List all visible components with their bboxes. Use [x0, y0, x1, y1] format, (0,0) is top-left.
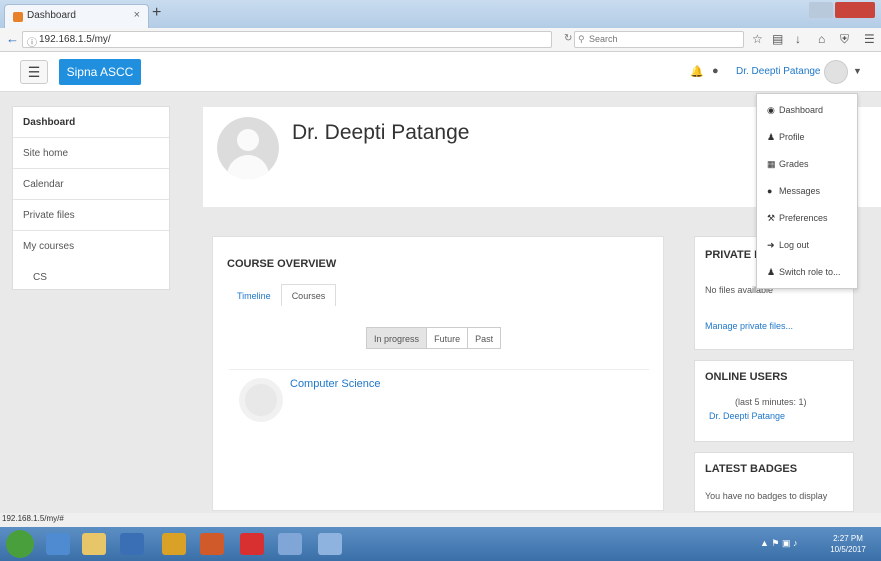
chrome-icon[interactable]: [162, 533, 186, 555]
filter-past-button[interactable]: Past: [467, 327, 502, 349]
menu-item-log-out[interactable]: ➜ Log out: [767, 237, 809, 253]
manage-private-files-link[interactable]: Manage private files...: [705, 321, 793, 331]
user-avatar[interactable]: [824, 60, 848, 84]
course-overview-title: COURSE OVERVIEW: [227, 258, 337, 270]
tab-close-button[interactable]: ×: [134, 9, 140, 21]
shield-icon[interactable]: ⛨: [840, 32, 849, 47]
bookmark-star-icon[interactable]: ☆: [752, 32, 763, 46]
nav-item-site-home[interactable]: Site home: [13, 138, 169, 169]
clock-time: 2:27 PM: [833, 534, 863, 543]
grades-table-icon: ▦: [767, 159, 776, 169]
tab-courses[interactable]: Courses: [280, 284, 337, 306]
browser-tab[interactable]: Dashboard ×: [4, 4, 149, 28]
nav-item-calendar[interactable]: Calendar: [13, 169, 169, 200]
online-users-subtitle: (last 5 minutes: 1): [735, 397, 807, 407]
nav-item-private-files[interactable]: Private files: [13, 200, 169, 231]
windows-taskbar: ▲ ⚑ ▣ ♪ 2:27 PM 10/5/2017: [0, 527, 881, 561]
reload-icon[interactable]: ↻: [564, 33, 572, 44]
search-box[interactable]: ⚲: [574, 31, 744, 48]
back-arrow-icon[interactable]: ←: [6, 31, 19, 46]
browser-status-bar: 192.168.1.5/my/#: [0, 513, 881, 527]
moodle-favicon-icon: [13, 12, 23, 22]
wrench-icon: ⚒: [767, 213, 776, 223]
profile-avatar: [217, 117, 279, 179]
taskbar-clock[interactable]: 2:27 PM 10/5/2017: [822, 533, 874, 555]
user-menu-name[interactable]: Dr. Deepti Patange: [736, 66, 821, 77]
system-tray-icons[interactable]: ▲ ⚑ ▣ ♪: [760, 538, 797, 549]
online-users-block: ONLINE USERS (last 5 minutes: 1) Dr. Dee…: [694, 360, 854, 442]
address-url: 192.168.1.5/my/: [39, 34, 111, 45]
course-image-icon: [239, 378, 283, 422]
profile-name: Dr. Deepti Patange: [292, 121, 470, 144]
left-navigation-drawer: Dashboard Site home Calendar Private fil…: [12, 106, 170, 290]
latest-badges-block: LATEST BADGES You have no badges to disp…: [694, 452, 854, 512]
menu-item-preferences[interactable]: ⚒ Preferences: [767, 210, 828, 226]
library-icon[interactable]: ▤: [772, 32, 783, 46]
file-explorer-icon[interactable]: [82, 533, 106, 555]
opera-icon[interactable]: [240, 533, 264, 555]
site-brand-button[interactable]: Sipna ASCC: [59, 59, 141, 85]
dashboard-icon: ◉: [767, 105, 775, 115]
home-icon[interactable]: ⌂: [818, 32, 825, 46]
sign-out-icon: ➜: [767, 240, 775, 250]
course-filter-group: In progress Future Past: [366, 327, 502, 349]
firefox-icon[interactable]: [200, 533, 224, 555]
app-window-icon[interactable]: [318, 533, 342, 555]
notification-bell-icon[interactable]: 🔔: [690, 65, 704, 78]
user-icon: ♟: [767, 132, 776, 142]
menu-item-switch-role[interactable]: ♟ Switch role to...: [767, 264, 841, 280]
browser-tab-bar: Dashboard × +: [0, 0, 881, 28]
course-overview-tabs: Timeline Courses: [227, 284, 337, 307]
start-button-icon[interactable]: [6, 530, 34, 558]
avatar-head-shape: [237, 129, 259, 151]
site-header: ☰ Sipna ASCC 🔔 ● Dr. Deepti Patange ▼: [0, 52, 881, 92]
app-icon[interactable]: [278, 533, 302, 555]
media-player-icon[interactable]: [120, 533, 144, 555]
chat-bubble-icon: ●: [767, 186, 773, 196]
menu-item-dashboard[interactable]: ◉ Dashboard: [767, 102, 823, 118]
browser-navigation-bar: ← ⓘ 192.168.1.5/my/ ↻ ⚲ ☆ ▤ ↓ ⌂ ⛨ ☰: [0, 28, 881, 52]
chevron-down-icon[interactable]: ▼: [853, 66, 862, 76]
course-overview-block: COURSE OVERVIEW Timeline Courses In progr…: [212, 236, 664, 511]
latest-badges-text: You have no badges to display: [705, 491, 828, 501]
nav-item-dashboard[interactable]: Dashboard: [13, 107, 169, 138]
new-tab-button[interactable]: +: [152, 4, 161, 22]
tab-timeline[interactable]: Timeline: [227, 285, 281, 307]
address-bar[interactable]: ⓘ 192.168.1.5/my/: [22, 31, 552, 49]
online-user-link[interactable]: Dr. Deepti Patange: [709, 411, 785, 421]
ie-icon[interactable]: [46, 533, 70, 555]
filter-future-button[interactable]: Future: [426, 327, 469, 349]
messages-chat-icon[interactable]: ●: [712, 65, 719, 77]
search-input[interactable]: [589, 34, 739, 44]
hamburger-menu-icon[interactable]: ☰: [20, 60, 48, 84]
online-users-title: ONLINE USERS: [705, 371, 788, 383]
menu-item-grades[interactable]: ▦ Grades: [767, 156, 809, 172]
filter-in-progress-button[interactable]: In progress: [366, 327, 428, 349]
course-link[interactable]: Computer Science: [290, 378, 381, 390]
search-icon: ⚲: [578, 34, 585, 44]
window-close-button[interactable]: [835, 2, 875, 18]
download-icon[interactable]: ↓: [795, 32, 801, 46]
status-url: 192.168.1.5/my/#: [2, 514, 64, 523]
user-secret-icon: ♟: [767, 267, 776, 277]
avatar-body-shape: [227, 155, 269, 179]
nav-item-my-courses[interactable]: My courses: [13, 231, 169, 262]
window-minimize-button[interactable]: [809, 2, 833, 18]
menu-item-profile[interactable]: ♟ Profile: [767, 129, 805, 145]
clock-date: 10/5/2017: [830, 545, 866, 554]
nav-item-course-cs[interactable]: CS: [13, 262, 169, 293]
latest-badges-title: LATEST BADGES: [705, 463, 798, 475]
info-icon: ⓘ: [27, 38, 37, 49]
course-list-item: Computer Science: [229, 369, 649, 509]
tab-title: Dashboard: [27, 10, 76, 21]
menu-icon[interactable]: ☰: [864, 32, 875, 46]
menu-item-messages[interactable]: ● Messages: [767, 183, 820, 199]
user-dropdown-menu: ◉ Dashboard ♟ Profile ▦ Grades ● Messages ⚒ P…: [756, 93, 858, 289]
